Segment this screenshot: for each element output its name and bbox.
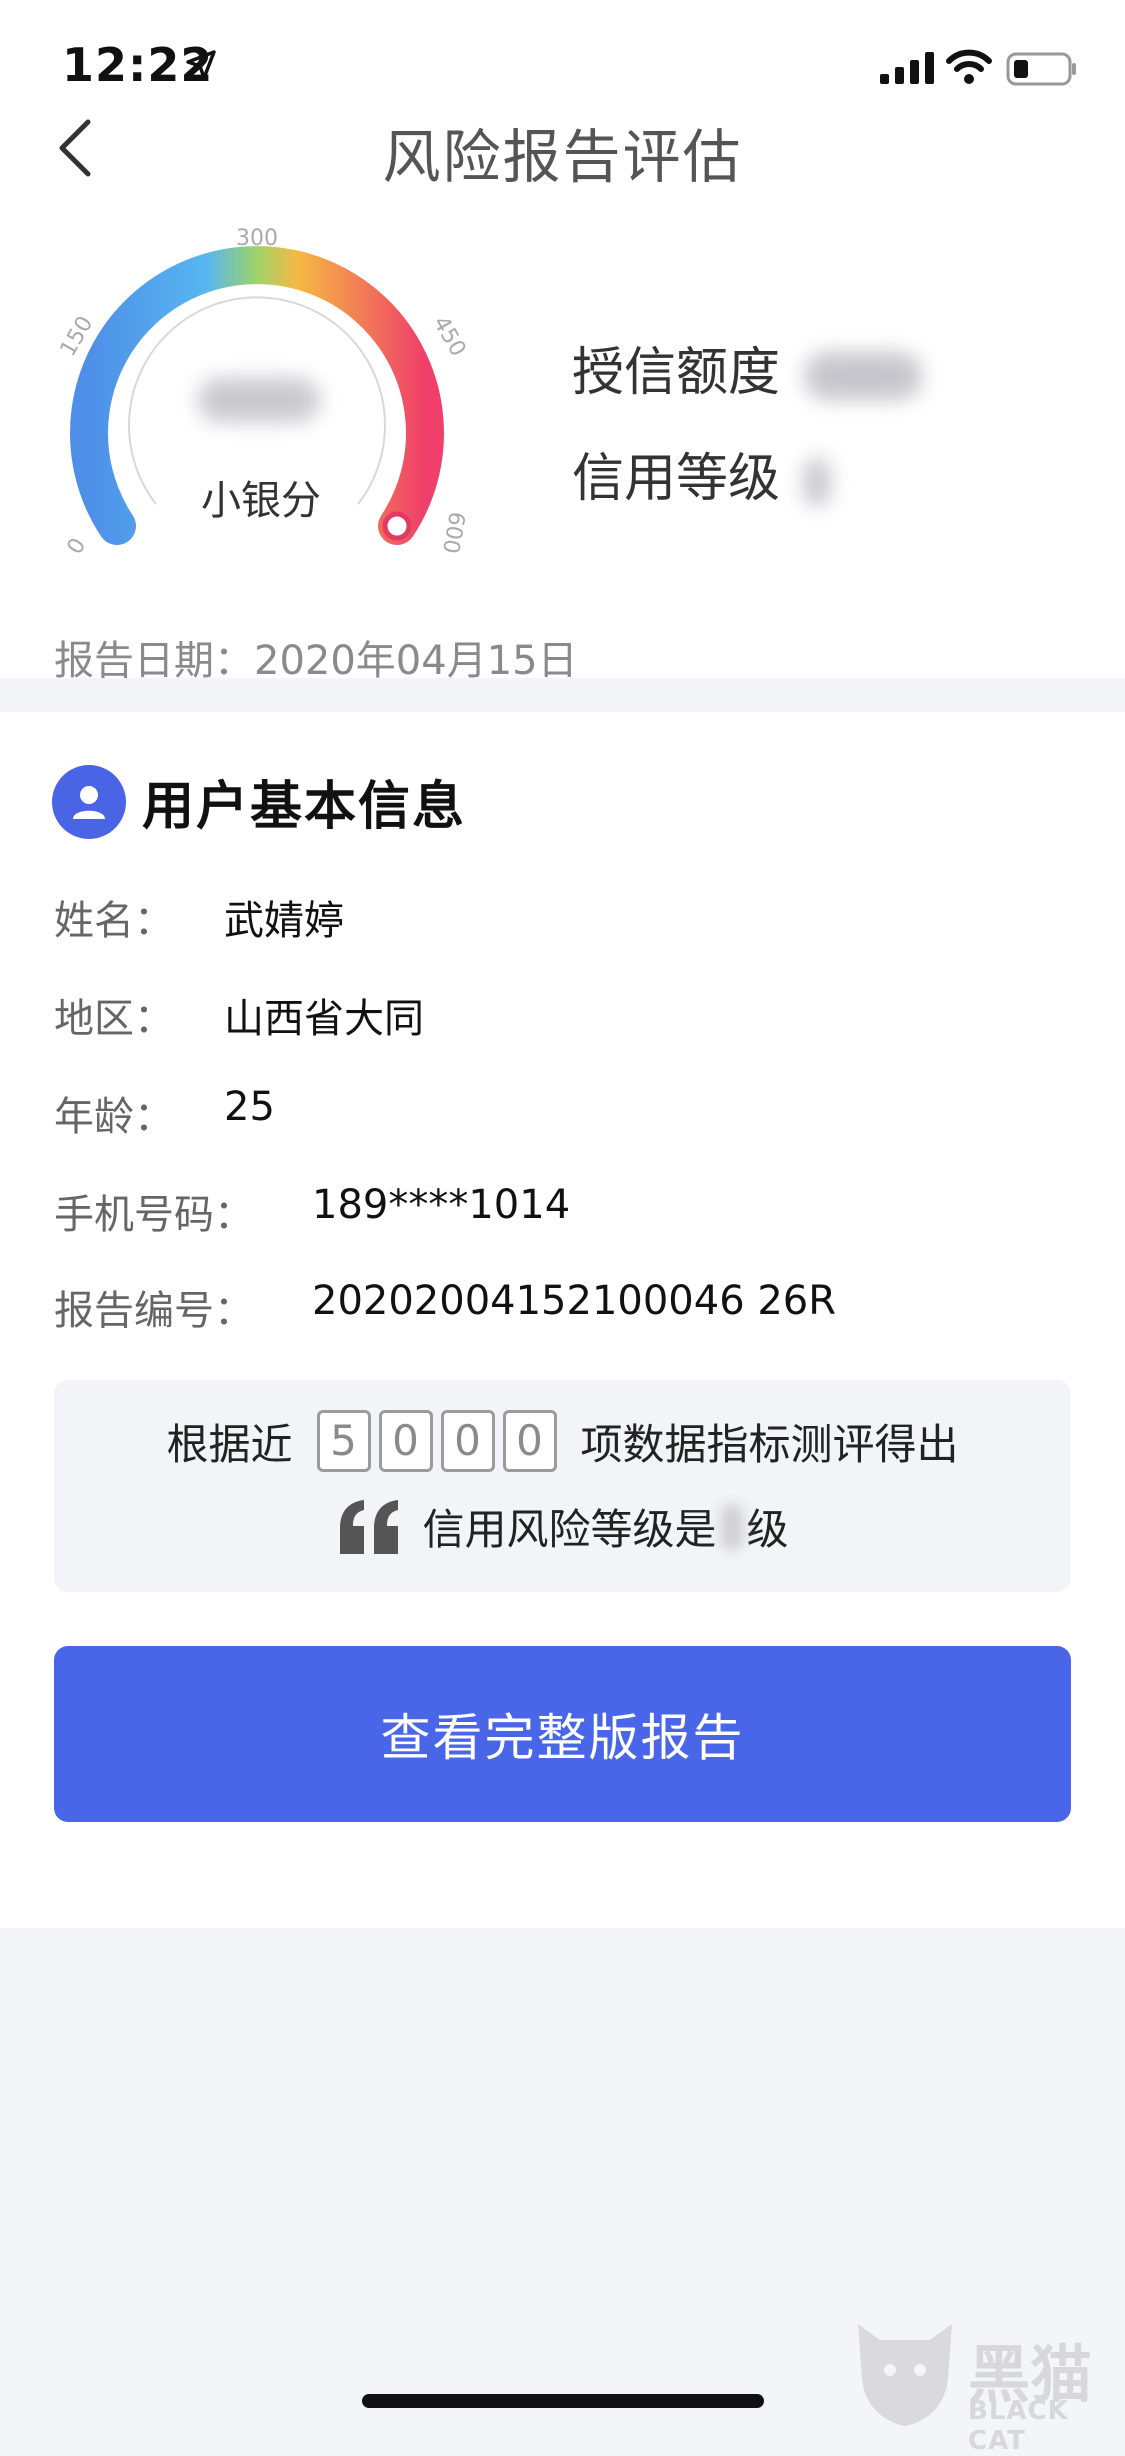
credit-limit-row: 授信额度	[572, 330, 923, 405]
info-row-phone: 手机号码： 189****1014	[54, 1182, 570, 1240]
gauge-score-redacted	[198, 378, 320, 422]
section-header: 用户基本信息	[52, 764, 466, 839]
summary-line-2: 信用风险等级是 级	[54, 1496, 1071, 1557]
summary-prefix: 根据近	[166, 1419, 293, 1469]
info-value: 189****1014	[312, 1182, 571, 1228]
quote-mark-icon	[340, 1499, 399, 1554]
info-label: 手机号码：	[54, 1192, 254, 1238]
location-arrow-icon	[186, 50, 216, 80]
watermark-sub: BLACK CAT	[968, 2396, 1069, 2456]
gauge-label: 小银分	[201, 478, 321, 524]
view-full-report-button[interactable]: 查看完整版报告	[54, 1646, 1071, 1822]
black-cat-logo-icon	[858, 2324, 952, 2426]
summary-risk-prefix: 信用风险等级是	[422, 1505, 717, 1554]
credit-level-redacted	[804, 458, 831, 506]
user-icon	[73, 785, 105, 819]
home-indicator[interactable]	[362, 2394, 764, 2408]
summary-digit: 0	[440, 1410, 495, 1472]
credit-level-label: 信用等级	[572, 449, 781, 509]
summary-digit: 0	[378, 1410, 433, 1472]
info-value: 武婧婷	[224, 898, 344, 944]
summary-digit: 5	[316, 1410, 371, 1472]
info-value: 20202004152100046 26R	[312, 1278, 837, 1324]
gauge-tick-300: 300	[236, 226, 278, 251]
evaluation-summary: 根据近 5 0 0 0 项数据指标测评得出 信用风险等级是 级	[54, 1380, 1071, 1592]
summary-digit: 0	[502, 1410, 557, 1472]
summary-risk-suffix: 级	[746, 1505, 789, 1554]
summary-suffix: 项数据指标测评得出	[580, 1419, 959, 1469]
info-label: 姓名：	[54, 898, 174, 944]
cellular-signal-icon	[880, 52, 934, 84]
section-title: 用户基本信息	[142, 777, 467, 837]
info-label: 报告编号：	[54, 1288, 254, 1334]
info-label: 年龄：	[54, 1094, 174, 1140]
info-value: 山西省大同	[224, 996, 424, 1042]
summary-line-1: 根据近 5 0 0 0 项数据指标测评得出	[54, 1410, 1071, 1472]
user-avatar-icon	[52, 764, 126, 839]
report-header-section: 12:22 风险报告评估 0 150 300 450 600 小银分 授信额度 …	[0, 0, 1125, 684]
info-row-region: 地区： 山西省大同	[54, 986, 424, 1044]
info-row-report-id: 报告编号： 20202004152100046 26R	[54, 1278, 836, 1336]
info-label: 地区：	[54, 996, 174, 1042]
credit-limit-label: 授信额度	[572, 343, 781, 403]
info-row-age: 年龄： 25	[54, 1084, 275, 1142]
risk-level-redacted	[720, 1503, 743, 1550]
page-title: 风险报告评估	[382, 123, 743, 191]
credit-level-row: 信用等级	[572, 436, 831, 511]
credit-limit-redacted	[804, 352, 923, 400]
battery-icon	[1006, 52, 1076, 86]
info-value: 25	[224, 1084, 275, 1130]
report-date: 报告日期：2020年04月15日	[54, 638, 578, 684]
wifi-icon	[946, 49, 992, 84]
info-row-name: 姓名： 武婧婷	[54, 888, 344, 946]
basic-info-card: 用户基本信息 姓名： 武婧婷 地区： 山西省大同 年龄： 25 手机号码： 18…	[0, 712, 1125, 1928]
